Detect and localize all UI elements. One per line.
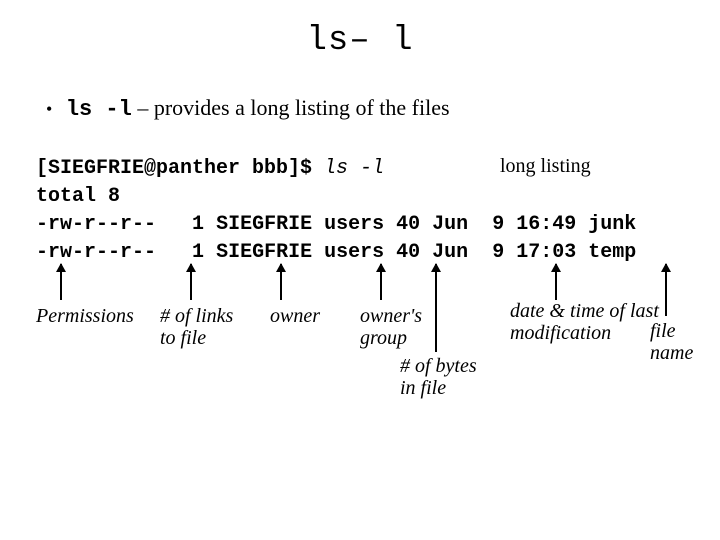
row-day: 9: [492, 213, 504, 236]
row-time: 16:49: [516, 213, 576, 236]
bullet-dot: •: [46, 99, 60, 119]
annotation-permissions: Permissions: [36, 305, 134, 327]
row-month: Jun: [432, 241, 468, 264]
arrow-links: [190, 264, 192, 300]
row-links: 1: [192, 241, 204, 264]
row-bytes: 40: [396, 241, 420, 264]
row-perm: -rw-r--r--: [36, 213, 156, 236]
arrow-bytes: [435, 264, 437, 352]
row-bytes: 40: [396, 213, 420, 236]
bullet-desc: – provides a long listing of the files: [132, 95, 450, 120]
annotation-owner: owner: [270, 305, 320, 327]
annotation-filename: filename: [650, 320, 693, 364]
row-name: temp: [588, 241, 636, 264]
row-time: 17:03: [516, 241, 576, 264]
arrow-permissions: [60, 264, 62, 300]
bullet-line: • ls -l – provides a long listing of the…: [46, 95, 450, 122]
annotation-date: date & time of lastmodification: [510, 300, 659, 344]
arrow-date: [555, 264, 557, 300]
terminal-total: total 8: [36, 185, 120, 208]
annotation-group: owner'sgroup: [360, 305, 422, 349]
bullet-command: ls -l: [66, 97, 132, 122]
row-name: junk: [588, 213, 636, 236]
row-group: users: [324, 241, 384, 264]
row-owner: SIEGFRIE: [216, 213, 312, 236]
annotation-links: # of linksto file: [160, 305, 233, 349]
arrow-owner: [280, 264, 282, 300]
arrow-filename: [665, 264, 667, 316]
row-links: 1: [192, 213, 204, 236]
page-title: ls– l: [0, 22, 720, 60]
row-perm: -rw-r--r--: [36, 241, 156, 264]
terminal-prompt: [SIEGFRIE@panther bbb]$: [36, 157, 324, 180]
annotation-bytes: # of bytesin file: [400, 355, 477, 399]
row-month: Jun: [432, 213, 468, 236]
arrow-group: [380, 264, 382, 300]
row-owner: SIEGFRIE: [216, 241, 312, 264]
row-group: users: [324, 213, 384, 236]
row-day: 9: [492, 241, 504, 264]
long-listing-label: long listing: [500, 155, 591, 178]
terminal-command: ls -l: [324, 157, 384, 180]
